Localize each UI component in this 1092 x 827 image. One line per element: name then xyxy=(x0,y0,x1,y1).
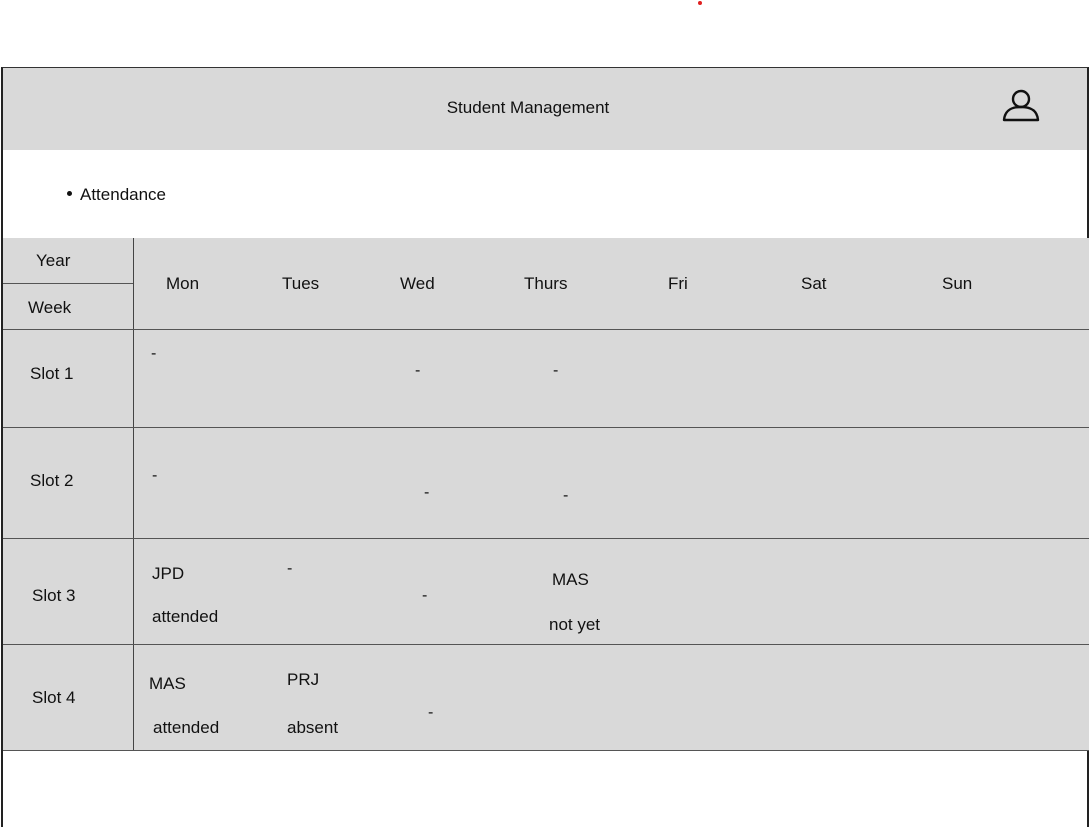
slot2-wed-cell[interactable]: - xyxy=(424,484,429,502)
day-header-thurs: Thurs xyxy=(524,274,568,293)
slot1-wed-cell[interactable]: - xyxy=(415,362,420,380)
slot-label-3: Slot 3 xyxy=(32,586,76,605)
day-header-mon: Mon xyxy=(166,274,200,293)
app-title: Student Management xyxy=(446,98,610,117)
slot4-wed-cell[interactable]: - xyxy=(428,704,433,722)
slot-label-4: Slot 4 xyxy=(32,688,76,707)
app-window: Student Management Attendance Year Week … xyxy=(1,67,1089,827)
slot4-tues-status: absent xyxy=(287,718,339,737)
slot2-mon-cell[interactable]: - xyxy=(152,467,157,485)
day-header-wed: Wed xyxy=(400,274,435,293)
attendance-table: Year Week Mon Tues Wed Thurs Fri Sat Sun… xyxy=(3,238,1089,751)
app-header: Student Management xyxy=(3,68,1087,150)
red-marker-dot xyxy=(698,1,702,5)
day-header-sat: Sat xyxy=(801,274,827,293)
row-divider xyxy=(3,538,1089,539)
slot3-mon-status: attended xyxy=(152,607,219,626)
header-row-divider xyxy=(3,329,1089,330)
row-divider xyxy=(3,644,1089,645)
slot2-thurs-cell[interactable]: - xyxy=(563,487,568,505)
user-icon[interactable] xyxy=(999,88,1043,122)
slot4-tues-course[interactable]: PRJ xyxy=(287,670,319,690)
attendance-menu-item[interactable]: Attendance xyxy=(67,185,166,205)
row-divider xyxy=(3,750,1089,751)
year-label: Year xyxy=(36,251,71,270)
column-divider xyxy=(133,238,134,751)
slot3-thurs-status: not yet xyxy=(549,615,601,634)
row-divider xyxy=(3,427,1089,428)
slot1-mon-cell[interactable]: - xyxy=(151,345,156,363)
slot3-tues-cell[interactable]: - xyxy=(287,560,292,578)
day-header-fri: Fri xyxy=(668,274,688,293)
slot1-thurs-cell[interactable]: - xyxy=(553,362,558,380)
slot3-wed-cell[interactable]: - xyxy=(422,587,427,605)
slot3-mon-course[interactable]: JPD xyxy=(152,564,184,584)
slot-label-2: Slot 2 xyxy=(30,471,74,490)
week-label: Week xyxy=(28,298,72,317)
day-header-tues: Tues xyxy=(282,274,320,293)
slot4-mon-course[interactable]: MAS xyxy=(149,674,186,694)
bullet-icon xyxy=(67,191,72,197)
slot4-mon-status: attended xyxy=(153,718,220,737)
day-header-sun: Sun xyxy=(942,274,973,293)
corner-divider xyxy=(3,283,133,284)
slot3-thurs-course[interactable]: MAS xyxy=(552,570,589,590)
attendance-label: Attendance xyxy=(80,185,167,204)
slot-label-1: Slot 1 xyxy=(30,364,74,383)
